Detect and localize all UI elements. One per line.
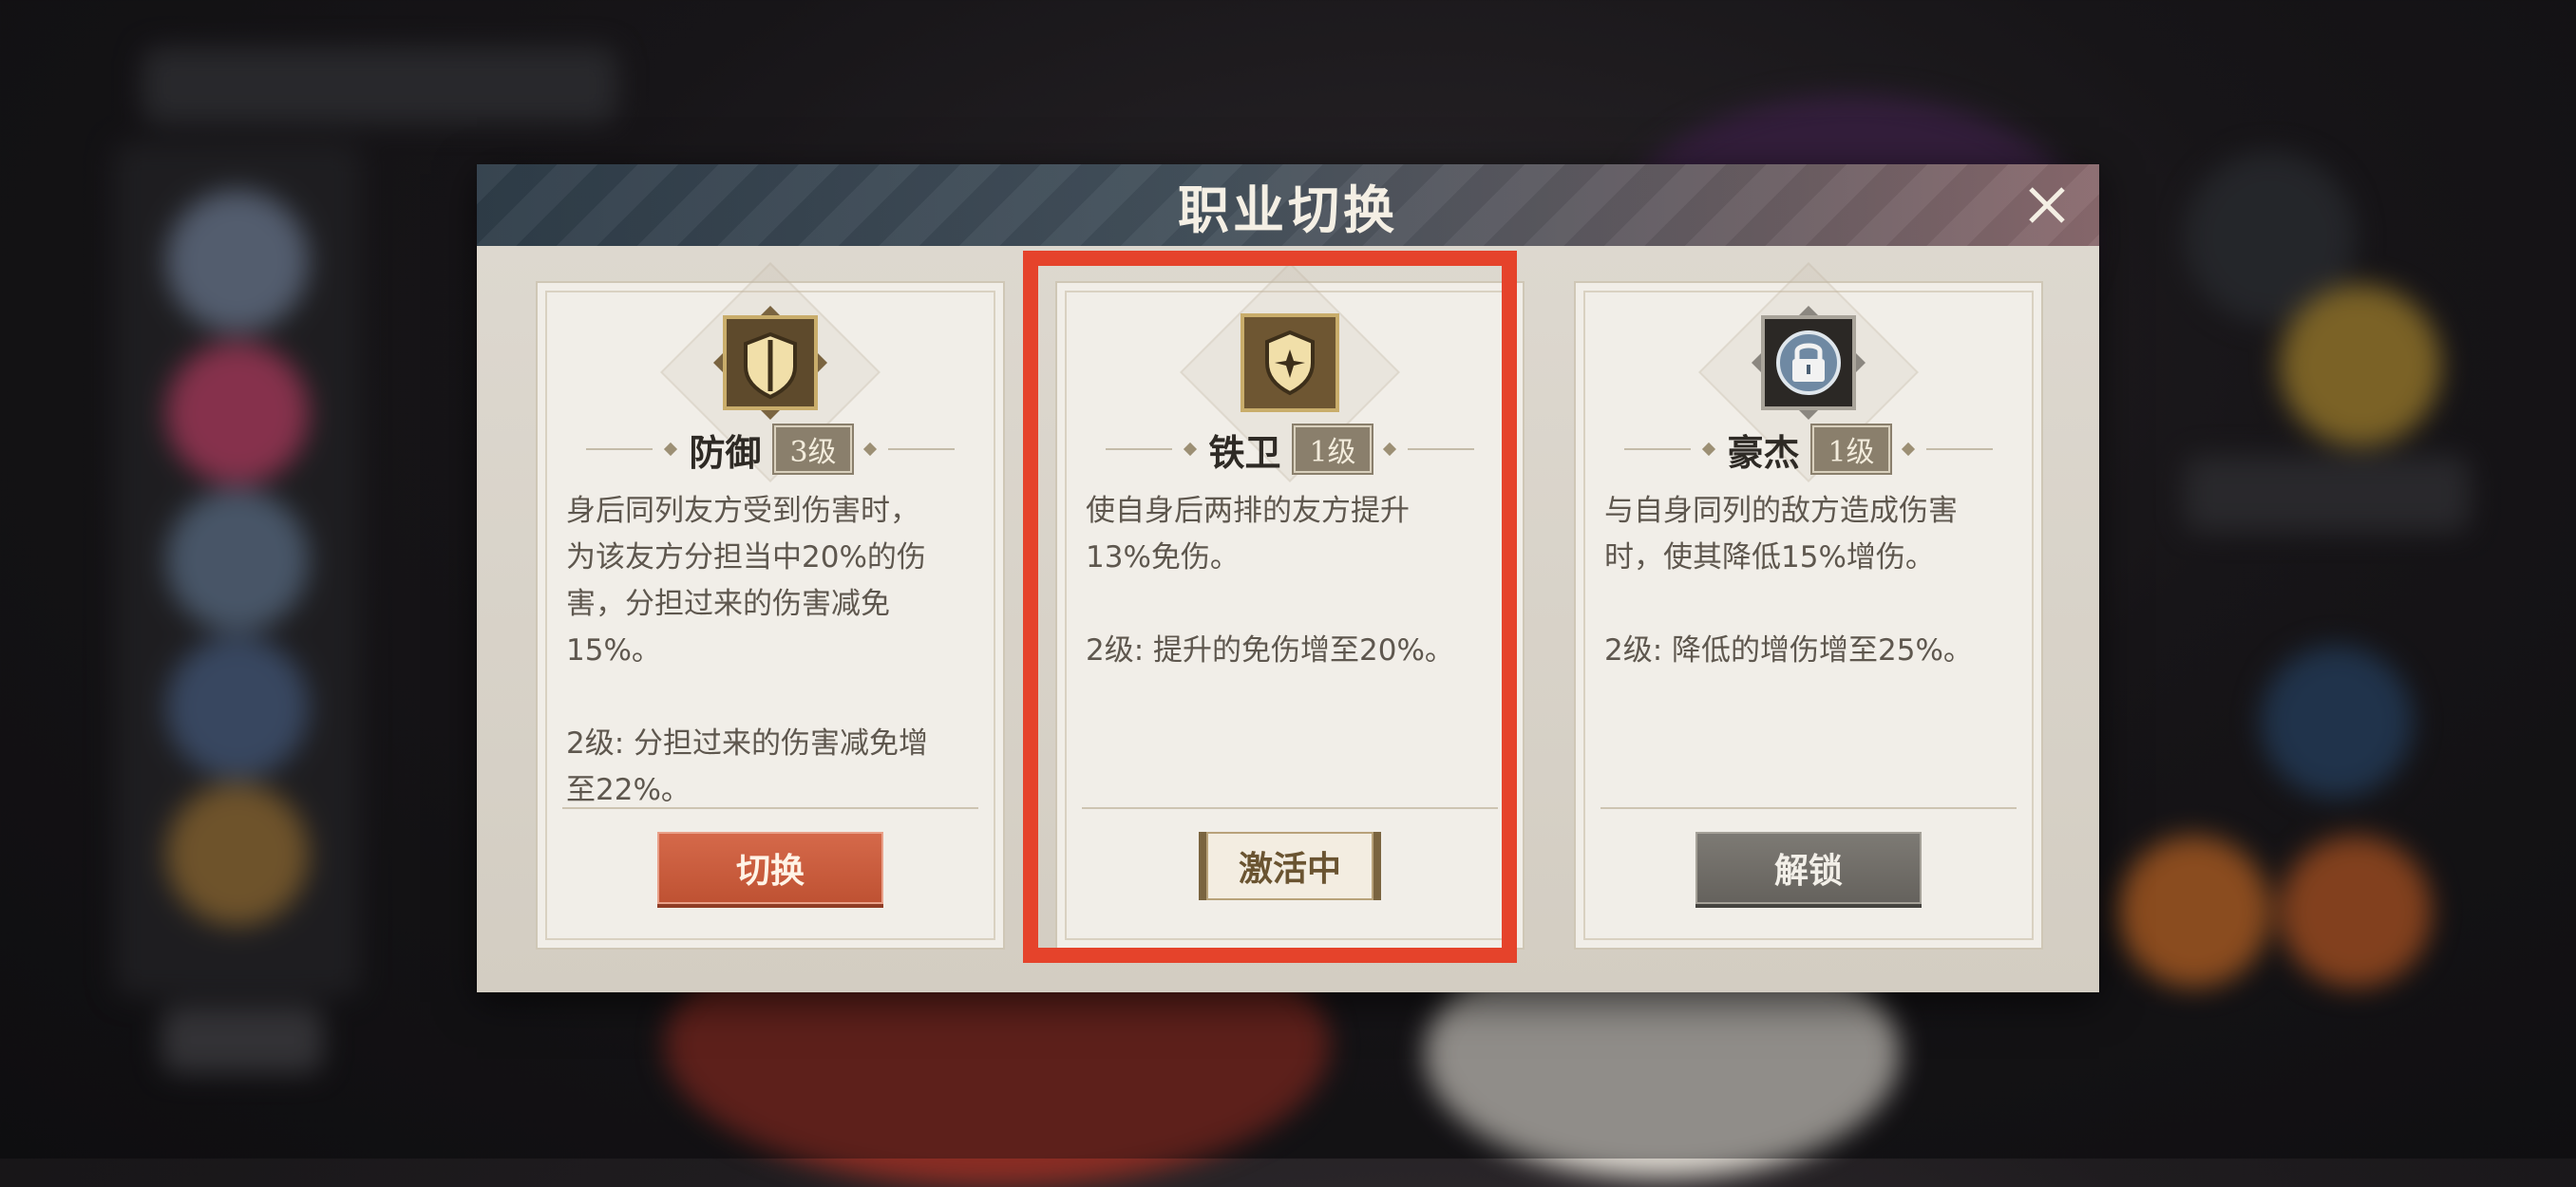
- guard-badge-icon: [1231, 304, 1349, 422]
- class-switch-dialog: 职业切换 防御 3级 身后同列友方受到伤害时， 为该友方分担当中20%的伤 害，: [477, 164, 2099, 992]
- class-description: 使自身后两排的友方提升 13%免伤。 2级: 提升的免伤增至20%。: [1086, 494, 1454, 668]
- card-title-row: 铁卫 1级: [1057, 424, 1523, 475]
- class-card-hero: 豪杰 1级 与自身同列的敌方造成伤害 时，使其降低15%增伤。 2级: 降低的增…: [1574, 262, 2043, 950]
- card-title-row: 防御 3级: [538, 424, 1003, 475]
- card-divider: [1601, 807, 2017, 809]
- unlock-button[interactable]: 解锁: [1695, 832, 1922, 904]
- card-divider: [562, 807, 978, 809]
- level-badge: 1级: [1810, 424, 1892, 475]
- close-icon[interactable]: [2023, 181, 2071, 229]
- dialog-header: 职业切换: [477, 164, 2099, 246]
- shield-icon: [711, 304, 829, 422]
- level-badge: 3级: [772, 424, 854, 475]
- class-description: 与自身同列的敌方造成伤害 时，使其降低15%增伤。 2级: 降低的增伤增至25%…: [1604, 494, 1973, 668]
- switch-button[interactable]: 切换: [657, 832, 883, 904]
- class-name: 防御: [689, 430, 762, 474]
- lock-icon: [1750, 304, 1867, 422]
- class-name: 铁卫: [1208, 430, 1281, 474]
- class-name: 豪杰: [1727, 430, 1800, 474]
- level-badge: 1级: [1292, 424, 1373, 475]
- active-status-badge: 激活中: [1199, 832, 1381, 900]
- card-divider: [1082, 807, 1498, 809]
- card-title-row: 豪杰 1级: [1576, 424, 2041, 475]
- class-card-iron-guard: 铁卫 1级 使自身后两排的友方提升 13%免伤。 2级: 提升的免伤增至20%。…: [1055, 262, 1525, 950]
- class-description: 身后同列友方受到伤害时， 为该友方分担当中20%的伤 害，分担过来的伤害减免 1…: [566, 494, 929, 807]
- dialog-title: 职业切换: [1178, 179, 1398, 240]
- class-card-defense: 防御 3级 身后同列友方受到伤害时， 为该友方分担当中20%的伤 害，分担过来的…: [536, 262, 1005, 950]
